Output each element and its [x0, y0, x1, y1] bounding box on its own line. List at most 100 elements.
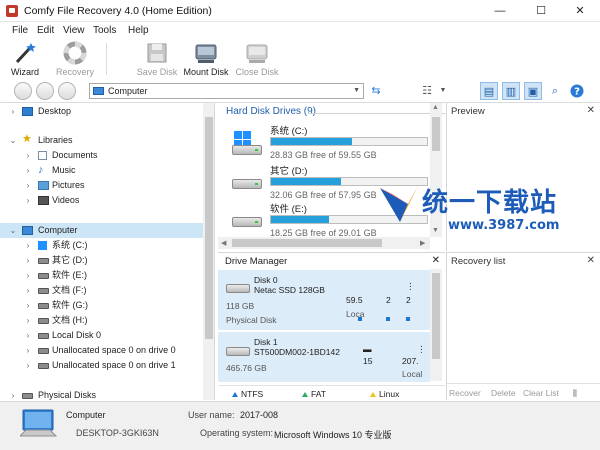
chevron-right-icon[interactable]: › [9, 388, 17, 400]
chevron-right-icon[interactable]: › [24, 253, 32, 268]
chevron-right-icon[interactable]: › [24, 283, 32, 298]
clear-list-button[interactable]: Clear List [523, 388, 559, 398]
scrollbar-thumb[interactable] [205, 117, 213, 339]
hard-drive-icon [226, 284, 250, 293]
tree-item-drive[interactable]: › Unallocated space 0 on drive 1 [0, 358, 203, 373]
tree-item-drive[interactable]: › 软件 (E:) [0, 268, 203, 283]
chevron-right-icon[interactable]: › [24, 298, 32, 313]
address-input[interactable]: Computer ▼ [89, 83, 364, 99]
up-button[interactable] [58, 82, 76, 100]
tree-item-drive[interactable]: › 文档 (H:) [0, 313, 203, 328]
app-icon [6, 5, 18, 17]
disk-icon [38, 363, 49, 369]
chevron-right-icon[interactable]: › [24, 163, 32, 178]
disk-row[interactable]: Disk 1 ST500DM002-1BD142 465.76 GB 15 20… [218, 332, 430, 382]
menu-view[interactable]: View [63, 25, 85, 36]
tree-scrollbar[interactable] [203, 103, 214, 400]
back-button[interactable] [14, 82, 32, 100]
tree-item-desktop[interactable]: › Desktop [0, 104, 203, 119]
tree-item-physical-disks[interactable]: › Physical Disks [0, 388, 203, 400]
chevron-right-icon[interactable]: ▶ [420, 239, 425, 247]
close-icon[interactable]: ✕ [587, 255, 595, 266]
disk-icon [38, 333, 49, 339]
maximize-button[interactable]: ☐ [521, 0, 561, 22]
chevron-left-icon[interactable]: ◀ [221, 239, 226, 247]
chevron-right-icon[interactable]: › [9, 104, 17, 119]
partition-marker [358, 317, 362, 321]
tree-item-videos[interactable]: › Videos [0, 193, 203, 208]
folder-tree: › Desktop ⌄ ★ Libraries › Documents › ♪ … [0, 103, 215, 400]
tree-item-documents[interactable]: › Documents [0, 148, 203, 163]
partition-marker [386, 317, 390, 321]
scrollbar-thumb[interactable] [432, 273, 440, 359]
menu-edit[interactable]: Edit [37, 25, 54, 36]
chevron-up-icon[interactable]: ▲ [432, 104, 439, 111]
video-icon [38, 196, 49, 205]
close-disk-button[interactable]: Close Disk [234, 39, 280, 79]
disk-row[interactable]: Disk 0 Netac SSD 128GB 118 GB Physical D… [218, 270, 430, 330]
minimize-button[interactable]: — [480, 0, 520, 22]
search-icon[interactable]: ⌕ [546, 82, 564, 100]
window-title: Comfy File Recovery 4.0 (Home Edition) [24, 5, 212, 17]
chevron-right-icon[interactable]: › [24, 178, 32, 193]
recovery-button[interactable]: Recovery [52, 39, 98, 79]
close-icon[interactable]: ✕ [587, 105, 595, 116]
save-disk-button[interactable]: Save Disk [134, 39, 180, 79]
recovery-list-panel: Recovery list ✕ Recover Delete Clear Lis… [446, 252, 600, 400]
tree-item-drive[interactable]: › 系统 (C:) [0, 238, 203, 253]
chevron-down-icon[interactable]: ▼ [353, 87, 360, 94]
scrollbar-thumb[interactable] [232, 239, 382, 247]
help-icon[interactable]: ? [568, 82, 586, 100]
tree-item-libraries[interactable]: ⌄ ★ Libraries [0, 133, 203, 148]
disk-icon [22, 393, 33, 399]
hard-disk-hscrollbar[interactable]: ◀ ▶ [218, 237, 430, 249]
columns-icon[interactable]: ⫼ [573, 388, 577, 399]
close-button[interactable]: ✕ [560, 0, 600, 22]
forward-button[interactable] [36, 82, 54, 100]
tree-item-drive[interactable]: › Unallocated space 0 on drive 0 [0, 343, 203, 358]
chevron-right-icon[interactable]: › [24, 148, 32, 163]
scrollbar-thumb[interactable] [432, 117, 440, 151]
tree-item-computer[interactable]: ⌄ Computer [0, 223, 203, 238]
mount-disk-button[interactable]: Mount Disk [180, 39, 232, 79]
layout-split-icon[interactable]: ▥ [502, 82, 520, 100]
tree-item-pictures[interactable]: › Pictures [0, 178, 203, 193]
chevron-down-icon[interactable]: ▼ [434, 82, 452, 100]
drive-manager-scrollbar[interactable] [430, 269, 442, 381]
chevron-right-icon[interactable]: › [24, 268, 32, 283]
chevron-right-icon[interactable]: › [24, 343, 32, 358]
picture-icon [38, 181, 49, 190]
drive-tile[interactable]: 系统 (C:) 28.83 GB free of 59.55 GB [230, 123, 435, 165]
tree-item-drive[interactable]: › Local Disk 0 [0, 328, 203, 343]
menu-help[interactable]: Help [128, 25, 149, 36]
desktop-icon [22, 107, 33, 116]
recover-button[interactable]: Recover [449, 388, 481, 398]
chevron-down-icon[interactable]: ⌄ [9, 223, 17, 238]
chevron-right-icon[interactable]: › [24, 193, 32, 208]
chevron-right-icon[interactable]: › [24, 358, 32, 373]
tree-item-drive[interactable]: › 其它 (D:) [0, 253, 203, 268]
hard-disk-title: Hard Disk Drives (9) [226, 106, 317, 117]
tree-item-drive[interactable]: › 软件 (G:) [0, 298, 203, 313]
watermark-logo: 统一下载站 www.3987.com [378, 180, 588, 236]
refresh-icon[interactable]: ⇆ [367, 82, 385, 100]
save-icon[interactable]: ▣ [524, 82, 542, 100]
windows-drive-icon [230, 131, 264, 155]
hard-drive-icon [230, 213, 264, 229]
wand-icon [13, 41, 37, 65]
tree-item-music[interactable]: › ♪ Music [0, 163, 203, 178]
chevron-down-icon[interactable]: ⌄ [9, 133, 17, 148]
usage-fill [271, 178, 342, 185]
close-icon[interactable]: ✕ [432, 255, 440, 266]
chevron-right-icon[interactable]: › [24, 238, 32, 253]
chevron-right-icon[interactable]: › [24, 328, 32, 343]
chevron-right-icon[interactable]: › [24, 313, 32, 328]
menu-file[interactable]: File [12, 25, 28, 36]
tree-item-drive[interactable]: › 文档 (F:) [0, 283, 203, 298]
status-name: Computer [66, 410, 106, 420]
wizard-button[interactable]: Wizard [6, 39, 44, 79]
status-os: Microsoft Windows 10 专业版 [274, 430, 392, 440]
layout-panel-icon[interactable]: ▤ [480, 82, 498, 100]
menu-tools[interactable]: Tools [93, 25, 116, 36]
delete-button[interactable]: Delete [491, 388, 516, 398]
